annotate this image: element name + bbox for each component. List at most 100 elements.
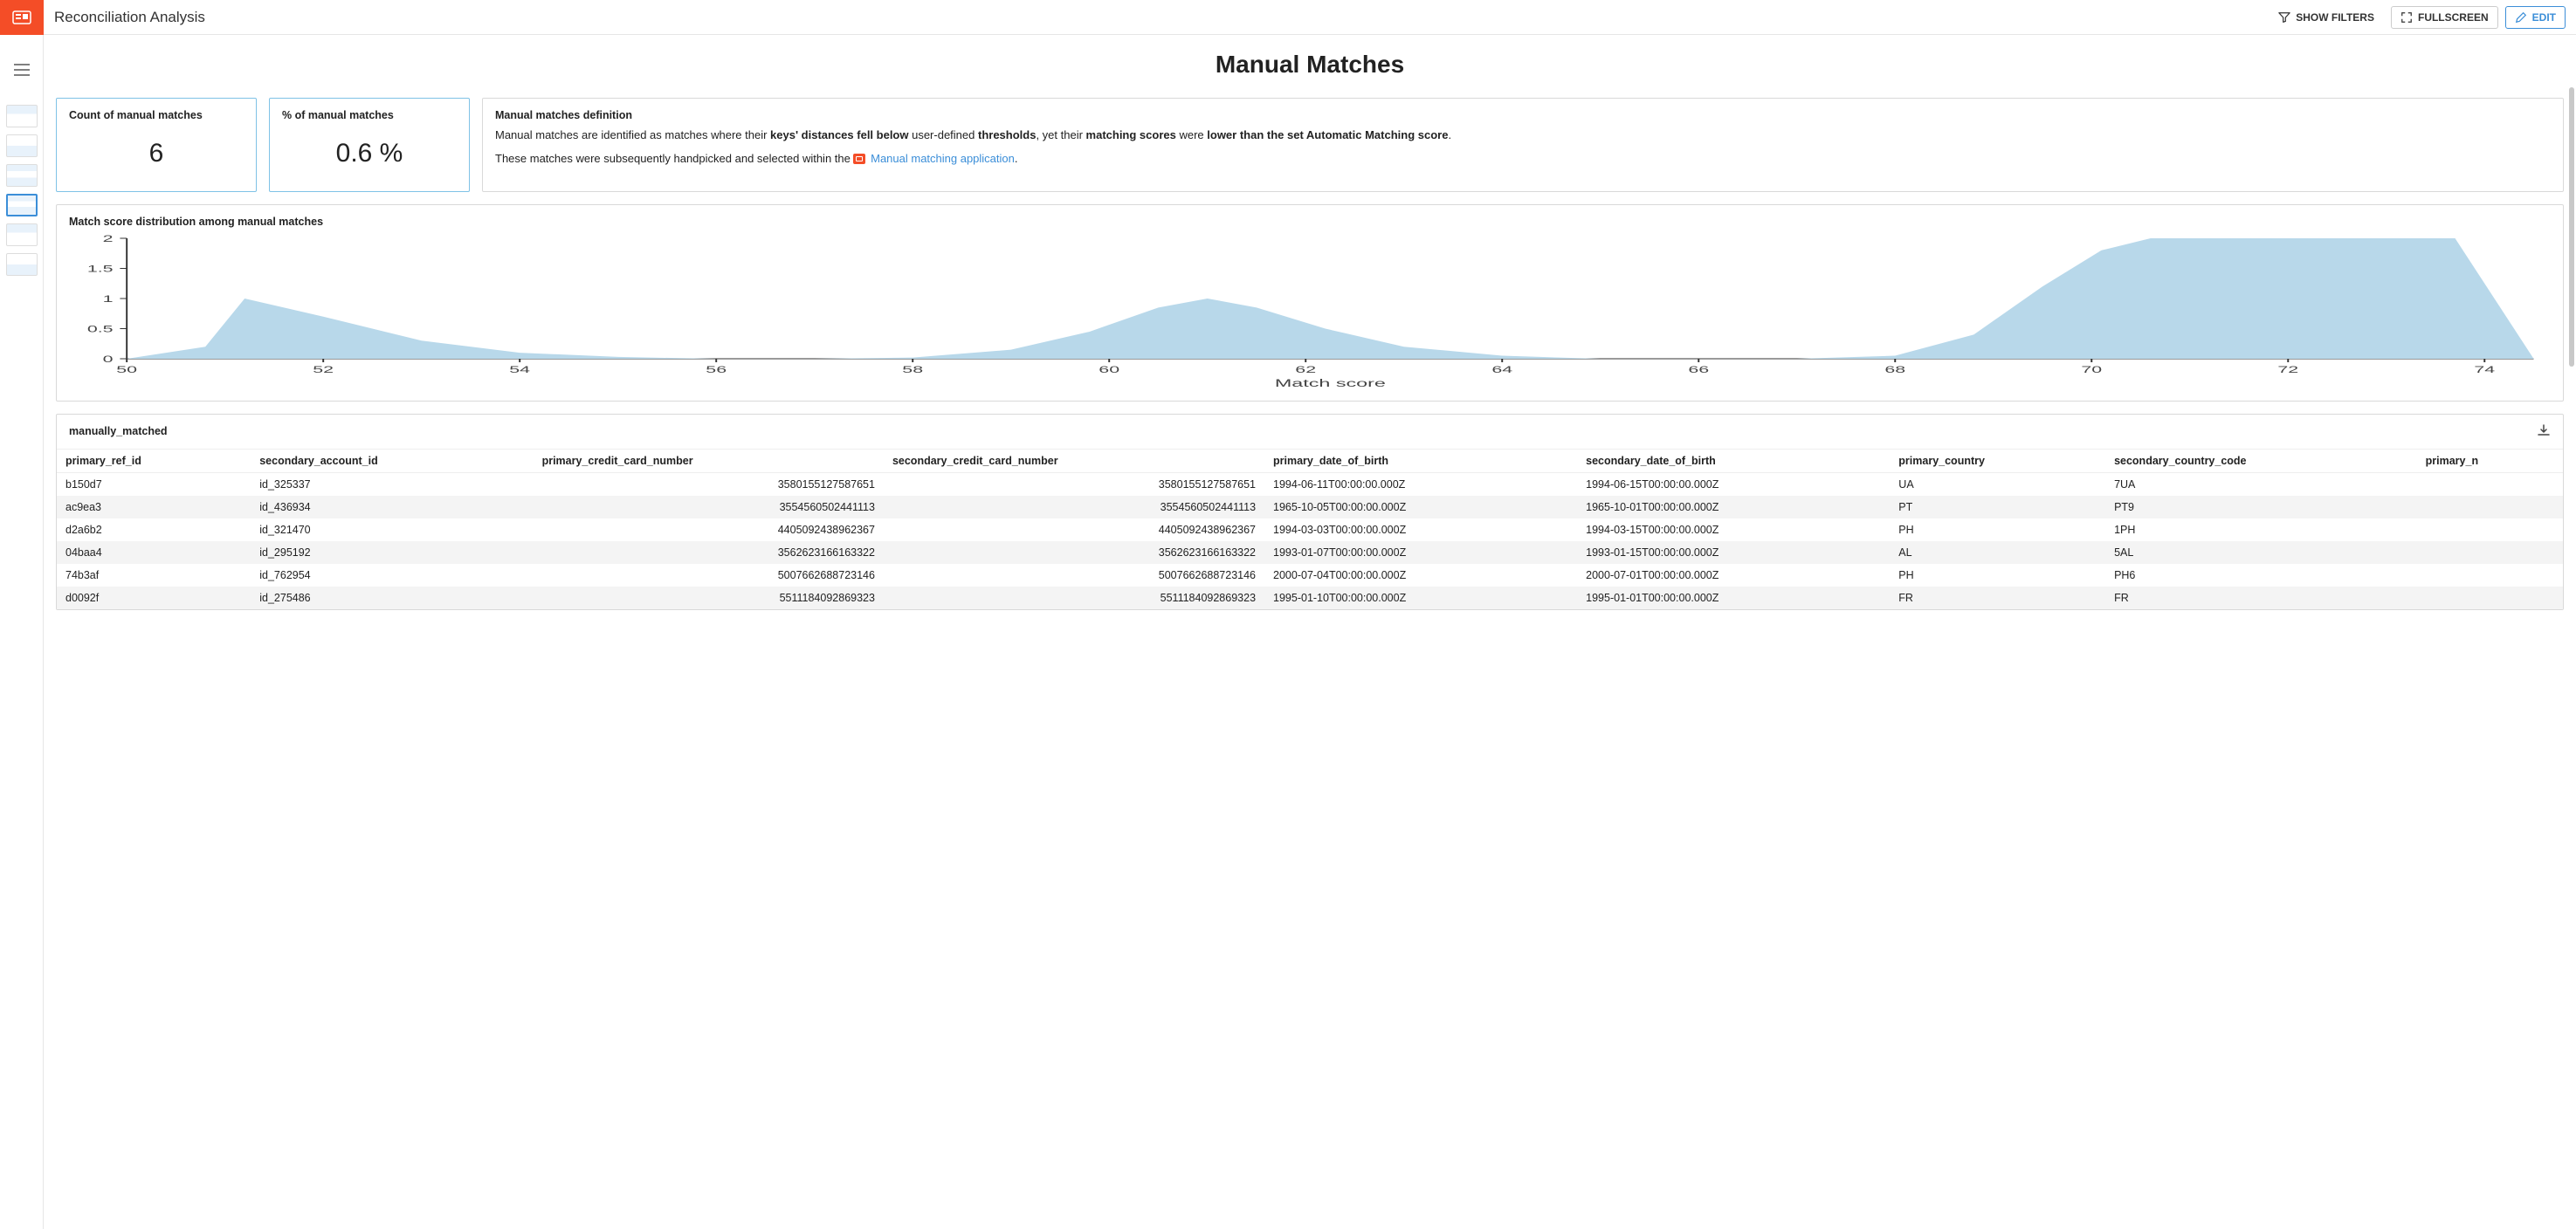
fullscreen-button[interactable]: FULLSCREEN <box>2391 6 2498 29</box>
table-cell: 4405092438962367 <box>884 518 1264 541</box>
table-cell: 1PH <box>2105 518 2417 541</box>
table-column-header[interactable]: primary_date_of_birth <box>1264 450 1577 473</box>
thumbnail-page-2[interactable] <box>6 134 38 157</box>
thumbnail-page-6[interactable] <box>6 253 38 276</box>
table-column-header[interactable]: secondary_account_id <box>251 450 533 473</box>
table-cell: PH6 <box>2105 564 2417 587</box>
svg-text:52: 52 <box>313 364 334 374</box>
table-row[interactable]: d0092fid_2754865511184092869323551118409… <box>57 587 2563 609</box>
definition-title: Manual matches definition <box>495 109 2551 121</box>
brand-logo[interactable] <box>0 0 44 35</box>
svg-text:54: 54 <box>509 364 530 374</box>
svg-text:70: 70 <box>2081 364 2102 374</box>
kpi-count-card: Count of manual matches 6 <box>56 98 257 192</box>
table-row[interactable]: d2a6b2id_3214704405092438962367440509243… <box>57 518 2563 541</box>
thumbnail-page-1[interactable] <box>6 105 38 127</box>
table-cell: 1993-01-07T00:00:00.000Z <box>1264 541 1577 564</box>
svg-text:0: 0 <box>103 354 114 364</box>
table-cell: id_321470 <box>251 518 533 541</box>
svg-text:50: 50 <box>116 364 137 374</box>
svg-text:56: 56 <box>706 364 727 374</box>
table-cell: 2000-07-04T00:00:00.000Z <box>1264 564 1577 587</box>
thumbnail-page-5[interactable] <box>6 223 38 246</box>
show-filters-button[interactable]: SHOW FILTERS <box>2269 6 2384 29</box>
table-column-header[interactable]: primary_ref_id <box>57 450 251 473</box>
kpi-count-value: 6 <box>69 127 244 181</box>
thumbnail-page-4[interactable] <box>6 194 38 216</box>
topbar: Reconciliation Analysis SHOW FILTERS FUL… <box>44 0 2576 35</box>
manually-matched-table: primary_ref_idsecondary_account_idprimar… <box>57 449 2563 609</box>
table-row[interactable]: ac9ea3id_4369343554560502441113355456050… <box>57 496 2563 518</box>
table-cell: id_295192 <box>251 541 533 564</box>
table-cell: 1995-01-01T00:00:00.000Z <box>1577 587 1890 609</box>
table-cell: 3580155127587651 <box>884 473 1264 497</box>
table-cell: 3554560502441113 <box>884 496 1264 518</box>
table-title: manually_matched <box>57 416 180 443</box>
table-cell: 1993-01-15T00:00:00.000Z <box>1577 541 1890 564</box>
svg-text:64: 64 <box>1491 364 1512 374</box>
table-cell: 3580155127587651 <box>534 473 884 497</box>
table-cell: 74b3af <box>57 564 251 587</box>
match-score-chart: 00.511.5250525456586062646668707274Match… <box>69 233 2551 390</box>
manual-matching-app-link[interactable]: Manual matching application <box>871 152 1015 165</box>
kpi-pct-value: 0.6 % <box>282 127 457 181</box>
table-cell: ac9ea3 <box>57 496 251 518</box>
fullscreen-label: FULLSCREEN <box>2418 11 2489 24</box>
svg-text:68: 68 <box>1884 364 1905 374</box>
table-cell: 1994-06-11T00:00:00.000Z <box>1264 473 1577 497</box>
table-column-header[interactable]: primary_n <box>2417 450 2563 473</box>
download-icon[interactable] <box>2524 415 2563 449</box>
table-cell: 1995-01-10T00:00:00.000Z <box>1264 587 1577 609</box>
svg-text:1.5: 1.5 <box>87 264 114 274</box>
pencil-icon <box>2515 11 2527 24</box>
table-cell: 4405092438962367 <box>534 518 884 541</box>
table-column-header[interactable]: secondary_country_code <box>2105 450 2417 473</box>
table-column-header[interactable]: secondary_credit_card_number <box>884 450 1264 473</box>
app-icon <box>853 154 865 164</box>
table-cell: 5511184092869323 <box>534 587 884 609</box>
table-column-header[interactable]: primary_country <box>1890 450 2105 473</box>
table-column-header[interactable]: secondary_date_of_birth <box>1577 450 1890 473</box>
table-cell: 3562623166163322 <box>534 541 884 564</box>
svg-text:1: 1 <box>103 293 114 304</box>
fullscreen-icon <box>2400 11 2413 24</box>
table-cell: 1965-10-05T00:00:00.000Z <box>1264 496 1577 518</box>
svg-text:58: 58 <box>902 364 923 374</box>
page-title: Manual Matches <box>56 51 2564 79</box>
table-cell: PT9 <box>2105 496 2417 518</box>
table-cell: 7UA <box>2105 473 2417 497</box>
table-cell <box>2417 473 2563 497</box>
table-cell: id_275486 <box>251 587 533 609</box>
kpi-pct-label: % of manual matches <box>282 109 457 121</box>
table-column-header[interactable]: primary_credit_card_number <box>534 450 884 473</box>
svg-text:74: 74 <box>2474 364 2495 374</box>
table-row[interactable]: 74b3afid_7629545007662688723146500766268… <box>57 564 2563 587</box>
thumbnail-page-3[interactable] <box>6 164 38 187</box>
table-cell: 2000-07-01T00:00:00.000Z <box>1577 564 1890 587</box>
left-sidebar <box>0 0 44 1229</box>
table-cell: FR <box>2105 587 2417 609</box>
definition-line-2: These matches were subsequently handpick… <box>495 150 2551 168</box>
table-cell <box>2417 518 2563 541</box>
svg-text:60: 60 <box>1099 364 1119 374</box>
dashboard-title: Reconciliation Analysis <box>54 9 205 26</box>
table-cell: 1994-06-15T00:00:00.000Z <box>1577 473 1890 497</box>
table-cell: PT <box>1890 496 2105 518</box>
edit-label: EDIT <box>2532 11 2556 24</box>
menu-toggle-icon[interactable] <box>0 52 44 87</box>
table-cell: 1994-03-15T00:00:00.000Z <box>1577 518 1890 541</box>
table-row[interactable]: b150d7id_3253373580155127587651358015512… <box>57 473 2563 497</box>
chart-title: Match score distribution among manual ma… <box>69 216 2551 228</box>
edit-button[interactable]: EDIT <box>2505 6 2566 29</box>
svg-text:2: 2 <box>103 233 114 244</box>
table-cell <box>2417 541 2563 564</box>
table-cell <box>2417 496 2563 518</box>
table-cell: d2a6b2 <box>57 518 251 541</box>
scrollbar-thumb[interactable] <box>2569 87 2574 367</box>
table-cell <box>2417 587 2563 609</box>
svg-text:Match score: Match score <box>1275 377 1386 389</box>
svg-text:72: 72 <box>2277 364 2298 374</box>
table-cell: 04baa4 <box>57 541 251 564</box>
table-row[interactable]: 04baa4id_2951923562623166163322356262316… <box>57 541 2563 564</box>
table-cell <box>2417 564 2563 587</box>
